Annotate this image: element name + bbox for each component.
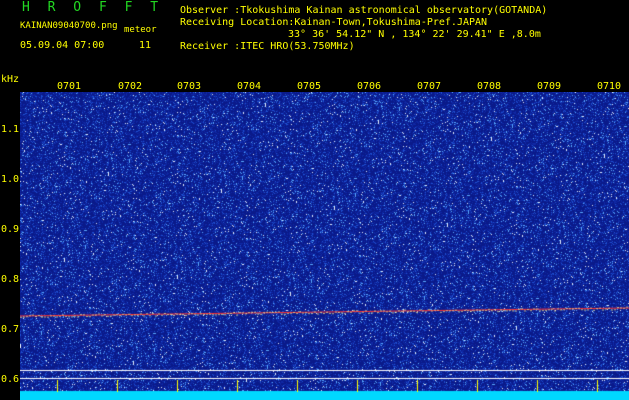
- coords-line: 33° 36' 54.12" N , 134° 22' 29.41" E ,8.…: [288, 29, 541, 40]
- time-tick: 0702: [118, 81, 143, 92]
- time-tick: 0708: [477, 81, 502, 92]
- meteor-label: meteor: [124, 25, 157, 35]
- time-tick: 0707: [417, 81, 442, 92]
- freq-tick: 0.6: [1, 374, 20, 385]
- freq-tick: 0.9: [1, 224, 20, 235]
- time-tick: 0701: [57, 81, 82, 92]
- filename-label: KAINAN09040700.png: [20, 21, 118, 31]
- location-line: Receiving Location:Kainan-Town,Tokushima…: [180, 17, 488, 28]
- spectrogram-plot: [20, 92, 629, 400]
- freq-tick: 1.1: [1, 124, 20, 135]
- time-tick: 0706: [357, 81, 382, 92]
- time-tick: 0704: [237, 81, 262, 92]
- time-tick: 0703: [177, 81, 202, 92]
- app-title: H R O F F T: [22, 0, 164, 15]
- observer-line: Observer :Tkokushima Kainan astronomical…: [180, 5, 548, 16]
- receiver-line: Receiver :ITEC HRO(53.750MHz): [180, 41, 355, 52]
- time-tick: 0705: [297, 81, 322, 92]
- header-panel: H R O F F T KAINAN09040700.png meteor 05…: [0, 0, 629, 78]
- date-time-label: 05.09.04 07:00: [20, 40, 105, 51]
- freq-tick: 1.0: [1, 174, 20, 185]
- freq-tick: 0.8: [1, 274, 20, 285]
- time-tick: 0710: [597, 81, 622, 92]
- meteor-count: 11: [139, 40, 152, 51]
- time-tick: 0709: [537, 81, 562, 92]
- spectrogram-canvas: [20, 92, 629, 400]
- unit-label: kHz: [1, 74, 20, 85]
- freq-tick: 0.7: [1, 324, 20, 335]
